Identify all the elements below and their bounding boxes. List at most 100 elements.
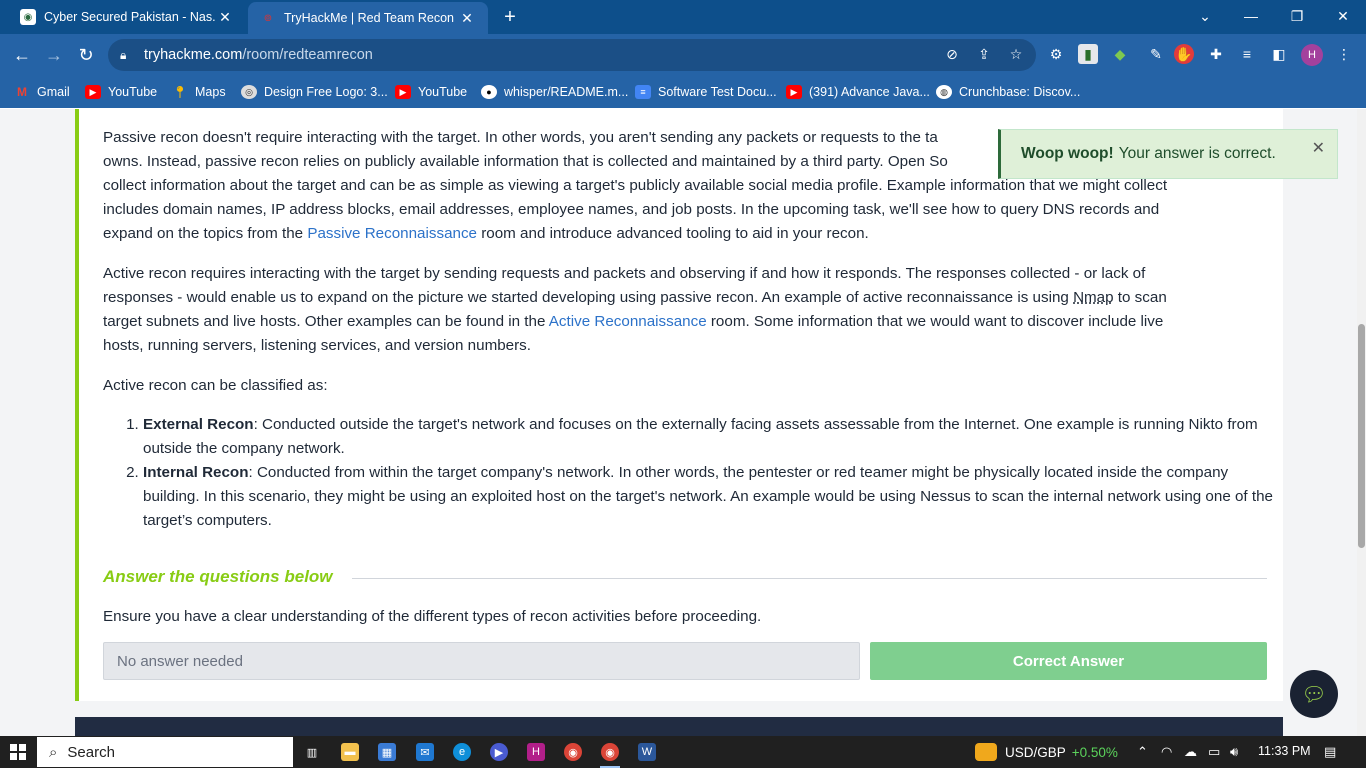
bookmark-label: Design Free Logo: 3... [264,85,388,99]
bookmark-label: Crunchbase: Discov... [959,85,1081,99]
lock-icon[interactable]: 🔒︎ [120,48,134,63]
mail-icon[interactable]: ✉ [416,743,434,761]
active-recon-paragraph: Active recon requires interacting with t… [103,262,1273,358]
answer-questions-heading: Answer the questions below [103,567,333,586]
bookmark-label: Gmail [37,85,70,99]
stock-widget[interactable]: USD/GBP +0.50% [975,740,1118,764]
tab-strip: ◉ Cyber Secured Pakistan - Nas.io ✕ ⊚ Tr… [0,0,1366,34]
text-segment: to scan [1113,289,1167,306]
edge-icon[interactable]: e [453,743,471,761]
taskbar-search[interactable]: ⌕ Search [37,737,293,767]
task-view-icon[interactable]: ▥ [303,743,321,761]
reload-icon[interactable]: ↻ [72,41,100,69]
bookmark-label: (391) Advance Java... [809,85,930,99]
list-item-text: : Conducted from within the target compa… [143,464,1273,529]
window-close-icon[interactable]: ✕ [1320,0,1366,32]
next-task-header[interactable] [75,717,1283,736]
tab-tryhackme[interactable]: ⊚ TryHackMe | Red Team Recon ✕ [248,2,488,34]
bookmark-label: YouTube [418,85,468,99]
bookmark-crunchbase[interactable]: ◍ Crunchbase: Discov... [936,83,1080,101]
tab-search-chevron-icon[interactable]: ⌄ [1182,0,1228,32]
notifications-icon[interactable]: ▤ [1324,744,1336,760]
close-icon[interactable]: ✕ [458,9,476,27]
windows-taskbar: ⌕ Search ▥ ▬ ▦ ✉ e ▶ H ◉ ◉ W USD/GBP +0.50… [0,736,1366,768]
chat-bubble-icon[interactable]: 💬︎ [1290,670,1338,718]
text-line: target subnets and live hosts. Other exa… [103,310,1273,334]
minimize-icon[interactable]: — [1228,0,1274,32]
word-icon[interactable]: W [638,743,656,761]
wifi-icon[interactable]: ◠ [1161,744,1172,760]
clock[interactable]: 11:33 PM [1258,744,1311,758]
share-icon[interactable]: ⇪ [973,43,995,65]
chrome-icon[interactable]: ◉ [564,743,582,761]
chrome-active-icon[interactable]: ◉ [601,743,619,761]
text-segment: room and introduce advanced tooling to a… [477,225,869,242]
stock-pair: USD/GBP [1005,744,1066,760]
active-reconnaissance-link[interactable]: Active Reconnaissance [549,313,707,330]
document-extension-icon[interactable]: ▮ [1078,44,1098,64]
bookmark-design-logo[interactable]: ◎ Design Free Logo: 3... [241,83,388,101]
text-line: hosts, running servers, listening servic… [103,337,531,354]
search-icon: ⌕ [49,743,58,761]
globe-icon: ◍ [936,85,952,99]
hex-app-icon[interactable]: H [527,743,545,761]
profile-avatar[interactable]: H [1301,44,1323,66]
bookmark-star-icon[interactable]: ☆ [1005,43,1027,65]
globe-extension-icon[interactable]: ◆ [1110,44,1130,64]
close-icon[interactable]: ✕ [1312,138,1325,158]
red-extension-icon[interactable]: ✋ [1174,44,1194,64]
new-tab-icon[interactable]: + [498,5,522,29]
docs-icon: ≡ [635,85,651,99]
volume-icon[interactable]: 🔊︎ [1230,744,1238,760]
text-line: includes domain names, IP address blocks… [103,201,1160,218]
eyedropper-extension-icon[interactable]: ✎ [1146,44,1166,64]
text-segment: expand on the topics from the [103,225,308,242]
search-label: Search [67,743,115,761]
side-panel-icon[interactable]: ◧ [1269,44,1289,64]
file-explorer-icon[interactable]: ▬ [341,743,359,761]
classification-intro: Active recon can be classified as: [103,377,328,394]
battery-icon[interactable]: ▭ [1208,744,1220,760]
github-icon: ● [481,85,497,99]
close-icon[interactable]: ✕ [216,8,234,26]
stock-coin-icon [975,743,997,761]
bookmark-youtube[interactable]: ▶ YouTube [85,83,157,101]
reading-list-icon[interactable]: ≡ [1237,44,1257,64]
bookmark-gmail[interactable]: M Gmail [14,83,70,101]
text-segment: room. Some information that we would wan… [706,313,1164,330]
maps-icon: 📍︎ [172,85,188,99]
chevron-up-icon[interactable]: ⌃ [1137,744,1148,760]
address-bar[interactable]: 🔒︎ tryhackme.com/room/redteamrecon [108,39,1036,71]
settings-gear-extension-icon[interactable]: ⚙ [1046,44,1066,64]
media-player-icon[interactable]: ▶ [490,743,508,761]
bookmark-youtube-2[interactable]: ▶ YouTube [395,83,467,101]
scrollbar-thumb[interactable] [1358,324,1365,548]
tab-title: TryHackMe | Red Team Recon [284,11,454,25]
answer-field[interactable]: No answer needed [103,642,860,680]
bookmark-whisper[interactable]: ● whisper/README.m... [481,83,628,101]
tab-cyber-secured[interactable]: ◉ Cyber Secured Pakistan - Nas.io ✕ [8,0,246,34]
url-path: /room/redteamrecon [242,47,373,63]
windows-start-icon[interactable] [10,744,26,760]
youtube-icon: ▶ [395,85,411,99]
nasio-favicon-icon: ◉ [20,9,36,25]
store-icon[interactable]: ▦ [378,743,396,761]
text-line: Active recon requires interacting with t… [103,265,1146,282]
puzzle-extensions-icon[interactable]: ✚ [1206,44,1226,64]
passive-reconnaissance-link[interactable]: Passive Reconnaissance [307,225,477,242]
bookmark-software-test[interactable]: ≡ Software Test Docu... [635,83,777,101]
forward-arrow-icon[interactable]: → [40,41,68,69]
nmap-term: Nmap [1073,289,1114,306]
question-text: Ensure you have a clear understanding of… [103,608,762,625]
bookmark-advance-java[interactable]: ▶ (391) Advance Java... [786,83,930,101]
youtube-icon: ▶ [85,85,101,99]
menu-kebab-icon[interactable]: ⋮ [1334,44,1354,64]
bookmarks-bar: M Gmail ▶ YouTube 📍︎ Maps ◎ Design Free Logo… [0,76,1366,108]
onedrive-icon[interactable]: ☁ [1184,744,1197,760]
eye-slash-icon[interactable]: ⊘ [941,43,963,65]
bookmark-maps[interactable]: 📍︎ Maps [172,83,225,101]
toast-text: Your answer is correct. [1118,145,1276,162]
restore-icon[interactable]: ❐ [1274,0,1320,32]
correct-answer-button[interactable]: Correct Answer [870,642,1267,680]
back-arrow-icon[interactable]: ← [8,41,36,69]
